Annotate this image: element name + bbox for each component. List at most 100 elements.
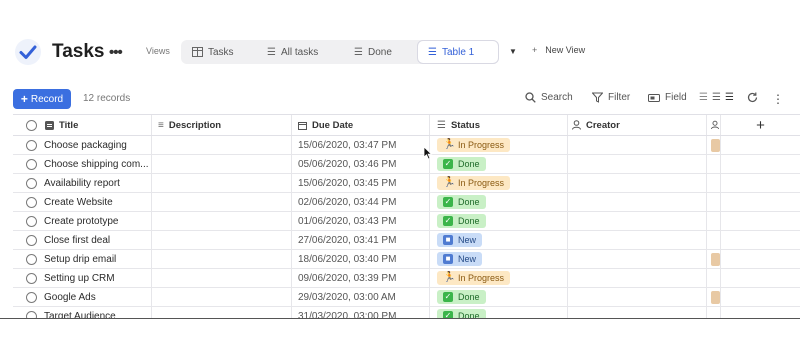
extra-cell[interactable] [707, 193, 721, 211]
creator-cell[interactable] [568, 212, 707, 230]
new-view-button[interactable]: + New View [532, 45, 585, 55]
description-cell[interactable] [152, 136, 292, 154]
title-cell[interactable]: Choose shipping com... [13, 155, 152, 173]
extra-cell[interactable] [707, 136, 721, 154]
table-row[interactable]: Availability report 15/06/2020, 03:45 PM 🏃… [13, 174, 800, 193]
column-header-due-date[interactable]: Due Date [292, 115, 430, 135]
table-row[interactable]: Close first deal 27/06/2020, 03:41 PM ■ New [13, 231, 800, 250]
add-record-button[interactable]: + Record [13, 89, 71, 109]
status-cell[interactable]: ■ New [430, 231, 568, 249]
creator-cell[interactable] [568, 193, 707, 211]
title-cell[interactable]: Close first deal [13, 231, 152, 249]
column-header-creator[interactable]: Creator [568, 115, 707, 135]
row-checkbox[interactable] [26, 272, 37, 284]
tab-table-1[interactable]: ☰ Table 1 [417, 40, 499, 64]
column-header-extra[interactable] [707, 115, 721, 135]
tab-done[interactable]: ☰ Done [354, 40, 392, 64]
due-date-cell[interactable]: 15/06/2020, 03:47 PM [292, 136, 430, 154]
extra-cell[interactable] [707, 231, 721, 249]
title-cell[interactable]: Setup drip email [13, 250, 152, 268]
creator-cell[interactable] [568, 250, 707, 268]
description-cell[interactable] [152, 288, 292, 306]
search-button[interactable]: Search [525, 92, 573, 103]
tab-tasks[interactable]: Tasks [192, 40, 234, 64]
extra-cell[interactable] [707, 212, 721, 230]
row-checkbox[interactable] [26, 139, 37, 151]
status-text: In Progress [458, 140, 505, 150]
due-date-cell[interactable]: 29/03/2020, 03:00 AM [292, 288, 430, 306]
due-date-cell[interactable]: 05/06/2020, 03:46 PM [292, 155, 430, 173]
row-checkbox[interactable] [26, 177, 37, 189]
chevron-down-icon[interactable]: ▼ [509, 47, 517, 56]
filter-button[interactable]: Filter [592, 92, 630, 103]
creator-cell[interactable] [568, 155, 707, 173]
row-height-large-icon[interactable]: ☰ [725, 92, 734, 103]
table-row[interactable]: Choose shipping com... 05/06/2020, 03:46 … [13, 155, 800, 174]
creator-cell[interactable] [568, 269, 707, 287]
table-row[interactable]: Create Website 02/06/2020, 03:44 PM ✓ Done [13, 193, 800, 212]
title-cell[interactable]: Setting up CRM [13, 269, 152, 287]
user-icon [711, 120, 719, 130]
due-date-cell[interactable]: 18/06/2020, 03:40 PM [292, 250, 430, 268]
status-cell[interactable]: ✓ Done [430, 212, 568, 230]
table-row[interactable]: Choose packaging 15/06/2020, 03:47 PM 🏃 In … [13, 136, 800, 155]
row-checkbox[interactable] [26, 158, 37, 170]
title-cell[interactable]: Create Website [13, 193, 152, 211]
table-row[interactable]: Create prototype 01/06/2020, 03:43 PM ✓ Don… [13, 212, 800, 231]
column-header-description[interactable]: ≡ Description [152, 115, 292, 135]
title-cell[interactable]: Create prototype [13, 212, 152, 230]
more-menu-button[interactable]: ⋮ [772, 92, 784, 106]
description-cell[interactable] [152, 212, 292, 230]
creator-cell[interactable] [568, 231, 707, 249]
table-row[interactable]: Setup drip email 18/06/2020, 03:40 PM ■ New [13, 250, 800, 269]
creator-cell[interactable] [568, 288, 707, 306]
due-date-cell[interactable]: 09/06/2020, 03:39 PM [292, 269, 430, 287]
due-date-cell[interactable]: 01/06/2020, 03:43 PM [292, 212, 430, 230]
table-row[interactable]: Google Ads 29/03/2020, 03:00 AM ✓ Done [13, 288, 800, 307]
extra-cell[interactable] [707, 155, 721, 173]
description-cell[interactable] [152, 174, 292, 192]
description-cell[interactable] [152, 193, 292, 211]
description-cell[interactable] [152, 269, 292, 287]
status-cell[interactable]: 🏃 In Progress [430, 136, 568, 154]
more-options-button[interactable]: ••• [109, 44, 123, 61]
status-cell[interactable]: ✓ Done [430, 288, 568, 306]
row-checkbox[interactable] [26, 215, 37, 227]
status-cell[interactable]: ✓ Done [430, 193, 568, 211]
due-date-text: 18/06/2020, 03:40 PM [298, 253, 397, 265]
row-checkbox[interactable] [26, 196, 37, 208]
title-cell[interactable]: Availability report [13, 174, 152, 192]
row-checkbox[interactable] [26, 253, 37, 265]
extra-cell[interactable] [707, 250, 721, 268]
description-cell[interactable] [152, 250, 292, 268]
field-button[interactable]: Field [648, 92, 687, 103]
due-date-cell[interactable]: 15/06/2020, 03:45 PM [292, 174, 430, 192]
row-checkbox[interactable] [26, 234, 37, 246]
description-cell[interactable] [152, 231, 292, 249]
status-cell[interactable]: 🏃 In Progress [430, 174, 568, 192]
status-cell[interactable]: 🏃 In Progress [430, 269, 568, 287]
due-date-cell[interactable]: 27/06/2020, 03:41 PM [292, 231, 430, 249]
creator-cell[interactable] [568, 174, 707, 192]
status-cell[interactable]: ✓ Done [430, 155, 568, 173]
extra-cell[interactable] [707, 269, 721, 287]
due-date-cell[interactable]: 02/06/2020, 03:44 PM [292, 193, 430, 211]
due-date-text: 27/06/2020, 03:41 PM [298, 234, 397, 246]
table-row[interactable]: Setting up CRM 09/06/2020, 03:39 PM 🏃 In Pr… [13, 269, 800, 288]
extra-cell[interactable] [707, 174, 721, 192]
column-header-status[interactable]: ☰ Status [430, 115, 568, 135]
extra-cell[interactable] [707, 288, 721, 306]
row-height-medium-icon[interactable]: ☰ [712, 92, 721, 103]
tab-all-tasks[interactable]: ☰ All tasks [267, 40, 318, 64]
title-cell[interactable]: Google Ads [13, 288, 152, 306]
creator-cell[interactable] [568, 136, 707, 154]
description-cell[interactable] [152, 155, 292, 173]
row-height-compact-icon[interactable]: ☰ [699, 92, 708, 103]
refresh-button[interactable] [747, 92, 758, 103]
add-column-button[interactable]: + [721, 115, 800, 135]
column-header-title[interactable]: Title [13, 115, 152, 135]
status-cell[interactable]: ■ New [430, 250, 568, 268]
title-cell[interactable]: Choose packaging [13, 136, 152, 154]
row-checkbox[interactable] [26, 291, 37, 303]
select-all-checkbox[interactable] [26, 119, 37, 131]
